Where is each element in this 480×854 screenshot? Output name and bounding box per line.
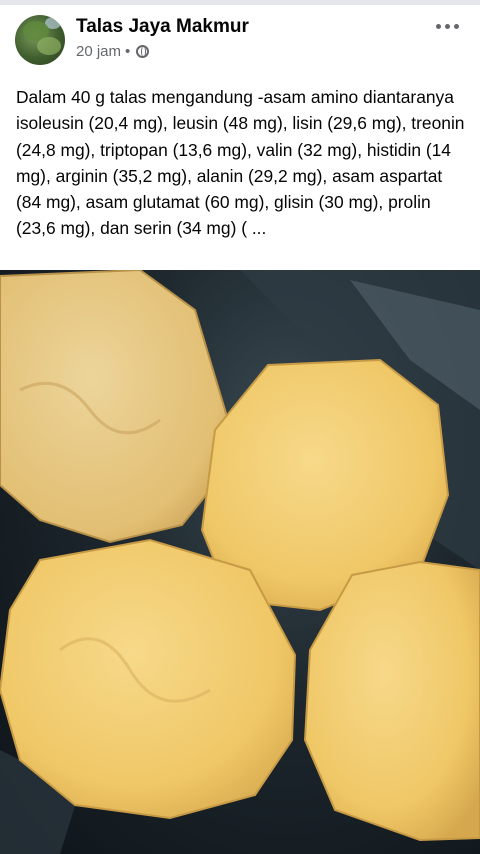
meta-separator: • xyxy=(125,43,131,60)
author-name[interactable]: Talas Jaya Makmur xyxy=(76,16,249,38)
taro-slices-image xyxy=(0,270,480,854)
post-time[interactable]: 20 jam xyxy=(76,43,121,60)
post-text: Dalam 40 g talas mengandung -asam amino … xyxy=(16,87,465,239)
more-dots-icon xyxy=(435,23,441,29)
post-photo[interactable] xyxy=(0,270,480,854)
avatar[interactable] xyxy=(15,15,65,65)
taro-slice-top-left xyxy=(0,270,230,544)
more-options-button[interactable] xyxy=(430,16,464,36)
globe-icon xyxy=(136,45,150,58)
post-meta: 20 jam • xyxy=(76,43,150,60)
post-header: Talas Jaya Makmur 20 jam • xyxy=(0,0,480,76)
taro-slice-bottom-left xyxy=(0,538,297,820)
